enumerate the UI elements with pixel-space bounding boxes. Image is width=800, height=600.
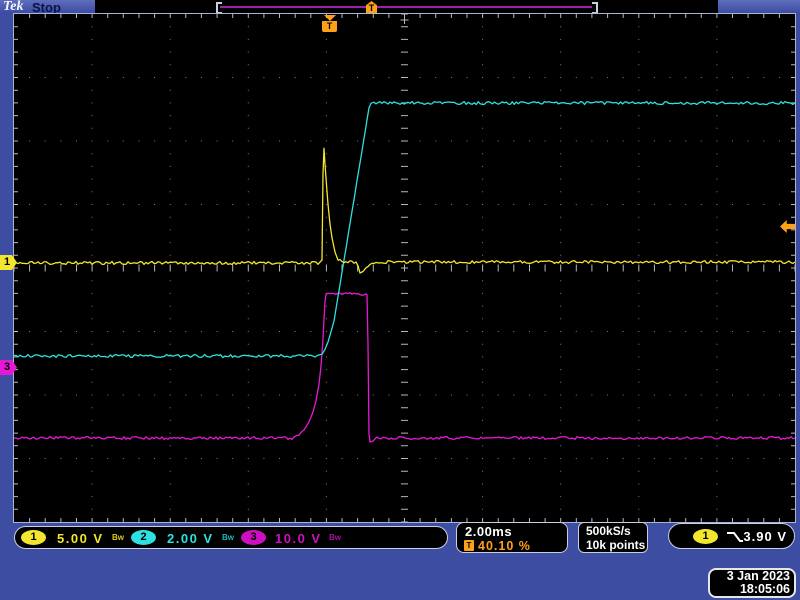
header-bar: Tek Stop T xyxy=(0,0,800,14)
record-length: 10k points xyxy=(586,538,647,552)
bandwidth-icon: Bw xyxy=(112,533,124,542)
datetime-box: 3 Jan 2023 18:05:06 xyxy=(708,568,796,598)
acquisition-readout: 500kS/s 10k points xyxy=(578,522,648,553)
oscilloscope-screen: Tek Stop T T 1 3 1 5.00 V Bw 2 2.00 V Bw… xyxy=(0,0,800,600)
trigger-source-badge: 1 xyxy=(693,529,718,544)
trace-ch1 xyxy=(14,148,795,273)
record-window-line xyxy=(220,6,592,8)
channel-1-badge: 1 xyxy=(21,530,46,545)
trigger-readout: 1 3.90 V xyxy=(668,523,795,549)
trigger-level: 3.90 V xyxy=(743,529,787,544)
channel-3-scale: 10.0 V xyxy=(275,531,322,546)
channel-2-badge: 2 xyxy=(131,530,156,545)
falling-edge-icon xyxy=(726,530,744,543)
bandwidth-icon: Bw xyxy=(222,533,234,542)
sample-rate: 500kS/s xyxy=(586,524,647,538)
record-trigger-marker[interactable]: T xyxy=(366,1,377,13)
channel-1-scale: 5.00 V xyxy=(57,531,104,546)
trigger-position-flag[interactable]: T xyxy=(322,15,337,32)
time-text: 18:05:06 xyxy=(714,583,790,596)
timebase-readout: 2.00ms T 40.10 % xyxy=(456,522,568,553)
waveform-plot xyxy=(14,14,795,522)
bandwidth-icon: Bw xyxy=(329,533,341,542)
record-bar: T xyxy=(95,0,718,14)
trigger-flag-label: T xyxy=(322,21,337,32)
channel-readouts: 1 5.00 V Bw 2 2.00 V Bw 3 10.0 V Bw xyxy=(14,526,448,549)
trigger-t-badge: T xyxy=(464,540,474,551)
channel-2-scale: 2.00 V xyxy=(167,531,214,546)
trace-ch3 xyxy=(14,293,795,442)
channel-3-badge: 3 xyxy=(241,530,266,545)
waveform-display xyxy=(13,13,796,523)
trigger-position-percent: 40.10 % xyxy=(478,539,531,553)
timebase-scale: 2.00ms xyxy=(465,524,512,539)
